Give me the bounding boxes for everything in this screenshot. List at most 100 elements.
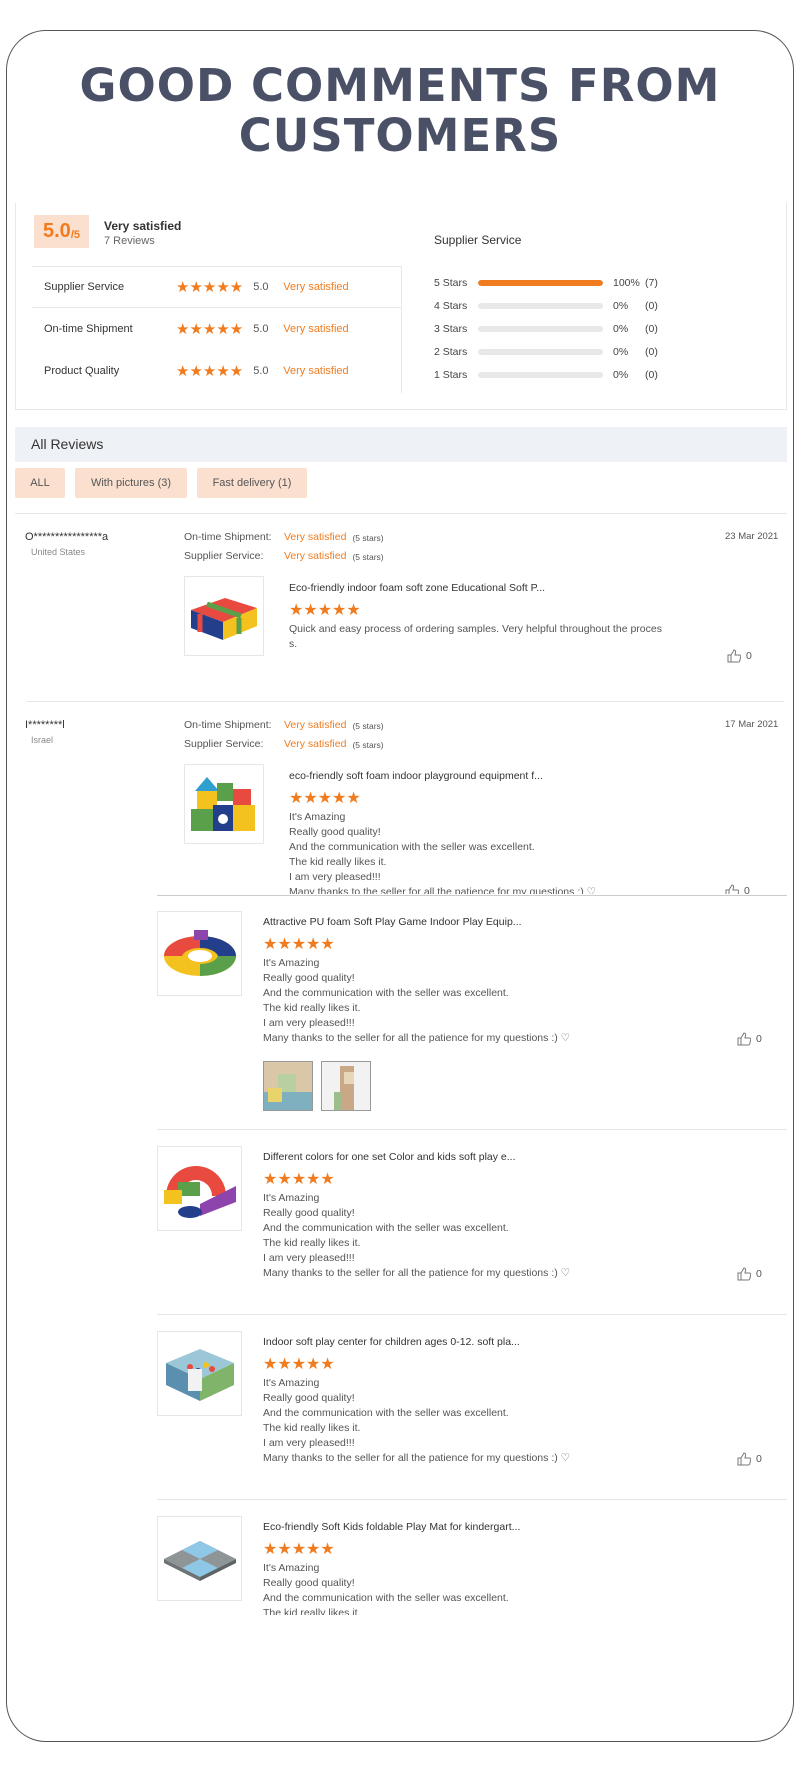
like-count: 0 [756,1033,762,1045]
distribution-bar [478,326,603,332]
rating-status: Very satisfied [283,365,349,377]
shipment-rating: On-time Shipment: Very satisfied (5 star… [184,719,384,731]
product-thumbnail[interactable] [184,576,264,656]
star-distribution-row: 4 Stars 0% (0) [434,298,658,314]
rating-summary: 5.0/5 Very satisfied 7 Reviews Supplier … [15,203,787,410]
review-comment: It's Amazing Really good quality! And th… [263,1377,571,1464]
count: (0) [645,369,658,381]
thumbs-up-icon [725,884,739,894]
filter-with-pictures-button[interactable]: With pictures (3) [75,468,187,498]
rating-value: 5.0 [253,281,269,293]
percentage: 0% [613,346,629,358]
count: (0) [645,300,658,312]
star-level: 2 Stars [434,346,468,358]
star-level: 5 Stars [434,277,468,289]
like-count: 0 [744,885,750,894]
filter-fast-delivery-button[interactable]: Fast delivery (1) [197,468,307,498]
product-thumbnail[interactable] [157,1146,242,1231]
star-icon: ★★★★★ [263,1171,335,1188]
meta-value: Very satisfied [284,719,347,731]
reviewer-name: I********l [25,719,65,731]
distribution-bar [478,280,603,286]
like-button[interactable]: 0 [727,649,752,663]
thumbs-up-icon [727,649,741,663]
divider [157,1129,787,1130]
review-comment: It's Amazing Really good quality! And th… [263,1192,571,1279]
clipped-like: 0 [717,884,757,894]
like-button[interactable]: 0 [737,1452,762,1466]
rating-row-on-time-shipment: On-time Shipment ★★★★★ 5.0 Very satisfie… [44,319,349,339]
divider [32,307,402,308]
review-photo[interactable] [263,1061,313,1111]
like-count: 0 [756,1453,762,1465]
divider [157,895,787,896]
product-thumbnail[interactable] [157,1331,242,1416]
star-level: 4 Stars [434,300,468,312]
star-distribution-row: 2 Stars 0% (0) [434,344,658,360]
percentage: 0% [613,369,629,381]
rating-label: On-time Shipment [44,323,133,335]
review-comment: It's Amazing Really good quality! And th… [263,1562,509,1615]
foam-blocks-image [191,598,257,640]
service-rating: Supplier Service: Very satisfied (5 star… [184,738,384,750]
meta-value: Very satisfied [284,531,347,543]
review-comment: It's Amazing Really good quality! And th… [263,957,571,1044]
like-button[interactable]: 0 [737,1267,762,1281]
distribution-bar-fill [478,280,603,286]
supplier-service-title: Supplier Service [434,233,522,247]
like-count: 0 [756,1268,762,1280]
meta-label: Supplier Service: [184,550,264,562]
product-title[interactable]: Different colors for one set Color and k… [263,1151,516,1163]
play-mat-image [163,1540,236,1581]
like-button[interactable]: 0 [737,1032,762,1046]
product-title[interactable]: Eco-friendly Soft Kids foldable Play Mat… [263,1521,520,1533]
rating-value: 5.0 [253,323,269,335]
thumbs-up-icon [737,1267,751,1281]
meta-stars: (5 stars) [352,552,384,562]
star-icon: ★★★★★ [263,1356,335,1373]
divider [157,1499,787,1500]
rating-value: 5.0 [253,365,269,377]
meta-label: On-time Shipment: [184,531,272,543]
distribution-bar [478,372,603,378]
reviewer-name: O****************a [25,531,109,543]
play-center-image [165,1348,234,1401]
star-distribution-row: 3 Stars 0% (0) [434,321,658,337]
rating-row-supplier-service: Supplier Service ★★★★★ 5.0 Very satisfie… [44,277,349,297]
overall-score-badge: 5.0/5 [34,215,89,248]
star-icon: ★★★★★ [289,790,361,807]
product-title[interactable]: eco-friendly soft foam indoor playground… [289,770,543,782]
star-icon: ★★★★★ [263,936,335,953]
divider [15,513,787,514]
product-title[interactable]: Attractive PU foam Soft Play Game Indoor… [263,916,522,928]
review-comment: Quick and easy process of ordering sampl… [289,623,662,650]
distribution-bar [478,349,603,355]
star-icon: ★★★★★ [176,321,244,338]
product-title[interactable]: Indoor soft play center for children age… [263,1336,520,1348]
review-photo[interactable] [321,1061,371,1111]
soft-play-set-image [163,1165,236,1218]
clipped-comment: It's Amazing Really good quality! And th… [289,810,749,894]
like-button[interactable]: 0 [725,884,750,894]
like-count: 0 [746,650,752,662]
count: (0) [645,346,658,358]
product-thumbnail[interactable] [157,1516,242,1601]
rating-status: Very satisfied [283,323,349,335]
meta-value: Very satisfied [284,738,347,750]
meta-value: Very satisfied [284,550,347,562]
percentage: 0% [613,323,629,335]
product-title[interactable]: Eco-friendly indoor foam soft zone Educa… [289,582,545,594]
meta-label: Supplier Service: [184,738,264,750]
review-photo-image [264,1062,312,1110]
distribution-bar [478,303,603,309]
divider [157,1314,787,1315]
rating-label: Supplier Service [44,281,125,293]
product-thumbnail[interactable] [157,911,242,996]
filter-all-button[interactable]: ALL [15,468,65,498]
product-thumbnail[interactable] [184,764,264,844]
meta-stars: (5 stars) [352,533,384,543]
shipment-rating: On-time Shipment: Very satisfied (5 star… [184,531,384,543]
all-reviews-header: All Reviews [15,427,787,462]
meta-stars: (5 stars) [352,721,384,731]
title-line-2: CUSTOMERS [238,109,562,162]
